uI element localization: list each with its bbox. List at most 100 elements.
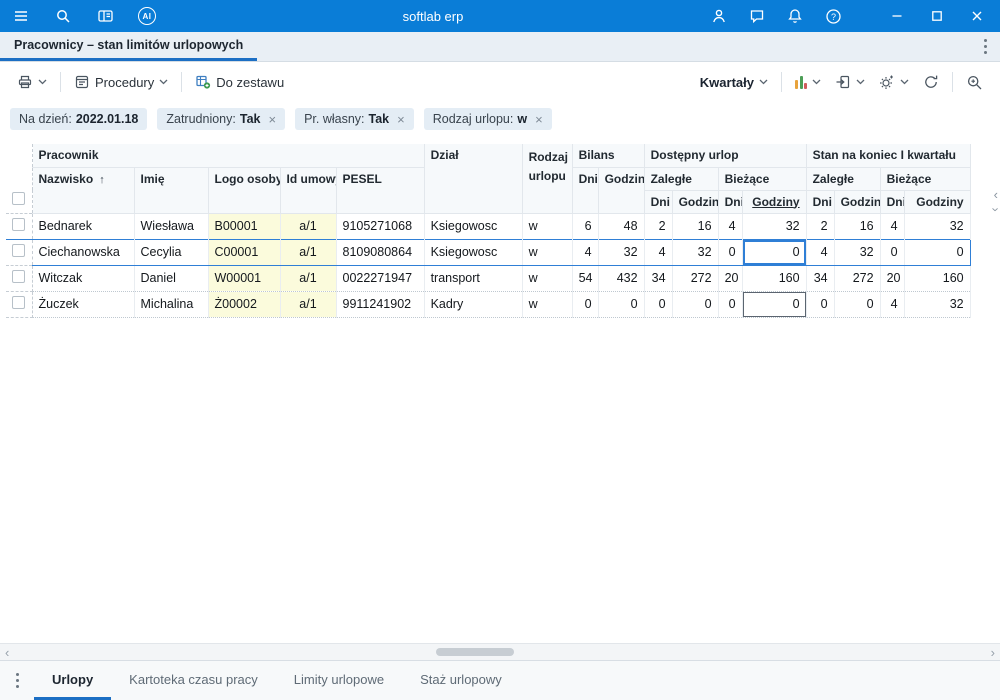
notifications-bell-icon[interactable] [786,7,804,25]
filter-chip-close-icon[interactable]: × [535,113,543,126]
cell[interactable]: 160 [742,265,807,292]
table-row[interactable]: Witczak Daniel W00001 a/1 0022271947 transpor… [6,265,971,292]
scroll-right-icon[interactable]: › [991,645,995,660]
cell[interactable]: 20 [718,265,743,292]
cell[interactable]: 16 [834,213,881,240]
bottom-tab-sta-urlopowy[interactable]: Staż urlopowy [402,661,520,700]
cell[interactable]: 272 [672,265,719,292]
table-row[interactable]: Ciechanowska Cecylia C00001 a/1 8109080864 Ks… [6,238,971,266]
cell[interactable]: Ksiegowosc [424,213,523,240]
col-header-stan-biezace-dni[interactable]: Dni [880,190,905,214]
search-icon[interactable] [54,7,72,25]
row-checkbox-cell[interactable] [6,238,33,266]
cell[interactable]: 2 [806,213,835,240]
filter-chip-close-icon[interactable]: × [397,113,405,126]
col-header-stan-zalegle-godziny[interactable]: Godziny [834,190,881,214]
cell[interactable]: 9911241902 [336,291,425,318]
filter-chip[interactable]: Zatrudniony: Tak × [157,108,286,130]
print-button[interactable] [10,69,54,95]
cell[interactable]: 4 [718,213,743,240]
tab-pracownicy-stan-limitow[interactable]: Pracownicy – stan limitów urlopowych [0,32,258,61]
cell[interactable]: Kadry [424,291,523,318]
row-checkbox-cell[interactable] [6,291,33,318]
cell[interactable]: B00001 [208,213,281,240]
bottom-tab-kartoteka-czasu-pracy[interactable]: Kartoteka czasu pracy [111,661,276,700]
chart-view-button[interactable] [788,70,828,94]
row-checkbox-cell[interactable] [6,265,33,292]
cell[interactable]: 0 [718,238,743,266]
col-header-logo-osoby[interactable]: Logo osoby [208,167,281,214]
search-records-button[interactable] [959,69,990,96]
cell[interactable]: Ciechanowska [32,238,135,266]
col-header-stan-zalegle-dni[interactable]: Dni [806,190,835,214]
refresh-button[interactable] [916,69,946,95]
row-checkbox[interactable] [12,244,26,257]
cell[interactable]: 0 [572,291,599,318]
cell[interactable]: 272 [834,265,881,292]
cell[interactable]: 16 [672,213,719,240]
select-all-cell[interactable] [6,144,33,214]
col-header-id-umowy[interactable]: Id umowy [280,167,337,214]
row-checkbox[interactable] [12,270,26,283]
cell[interactable]: 32 [904,291,971,318]
horizontal-scrollbar[interactable]: ‹ › [0,643,1000,660]
cell[interactable]: 0 [742,291,807,318]
hamburger-menu-icon[interactable] [12,7,30,25]
sort-ascending-icon[interactable]: ↑ [99,174,105,186]
close-icon[interactable] [968,7,986,25]
cell[interactable]: 0 [718,291,743,318]
chat-icon[interactable] [748,7,766,25]
col-header-biezace-godziny[interactable]: Godziny [742,190,807,214]
row-checkbox[interactable] [12,218,26,231]
col-header-rodzaj-urlopu[interactable]: Rodzaj urlopu [522,144,573,214]
minimize-icon[interactable] [888,7,906,25]
cell[interactable]: 0 [598,291,645,318]
cell[interactable]: 54 [572,265,599,292]
bottom-tab-urlopy[interactable]: Urlopy [34,661,112,700]
cell[interactable]: Witczak [32,265,135,292]
cell[interactable]: 2 [644,213,673,240]
cell[interactable]: Żuczek [32,291,135,318]
cell[interactable]: 34 [806,265,835,292]
col-header-stan-biezace-godziny[interactable]: Godziny [904,190,971,214]
cell[interactable]: transport [424,265,523,292]
cell[interactable]: 48 [598,213,645,240]
table-row[interactable]: Bednarek Wiesława B00001 a/1 9105271068 Ksieg… [6,213,971,240]
cell[interactable]: 0 [880,238,905,266]
cell[interactable]: 32 [672,238,719,266]
table-row[interactable]: Żuczek Michalina Ż00002 a/1 9911241902 Kadry w… [6,291,971,318]
scrollbar-thumb[interactable] [436,648,514,656]
col-header-zalegle-godziny[interactable]: Godziny [672,190,719,214]
cell[interactable]: 4 [806,238,835,266]
cell[interactable]: 0 [834,291,881,318]
cell[interactable]: 8109080864 [336,238,425,266]
cell[interactable]: w [522,265,573,292]
cell[interactable]: 34 [644,265,673,292]
cell[interactable]: 32 [904,213,971,240]
settings-button[interactable] [872,69,916,95]
col-header-bilans-dni[interactable]: Dni [572,167,599,214]
cell[interactable]: Ż00002 [208,291,281,318]
cell[interactable]: a/1 [280,291,337,318]
col-header-imie[interactable]: Imię [134,167,209,214]
cell[interactable]: Daniel [134,265,209,292]
cell[interactable]: 4 [880,291,905,318]
cell[interactable]: 0 [672,291,719,318]
cell[interactable]: 4 [572,238,599,266]
col-header-biezace-dni[interactable]: Dni [718,190,743,214]
cell[interactable]: 0 [904,238,971,266]
chevron-down-icon[interactable]: › [988,207,1000,211]
cell[interactable]: 0022271947 [336,265,425,292]
cell[interactable]: 32 [834,238,881,266]
filter-chip-close-icon[interactable]: × [268,113,276,126]
col-header-dzial[interactable]: Dział [424,144,523,214]
col-header-pesel[interactable]: PESEL [336,167,425,214]
cell[interactable]: 0 [806,291,835,318]
filter-chip[interactable]: Na dzień: 2022.01.18 [10,108,148,130]
cell[interactable]: Cecylia [134,238,209,266]
cell[interactable]: Wiesława [134,213,209,240]
kwartaly-dropdown[interactable]: Kwartały [693,70,775,95]
filter-chip[interactable]: Rodzaj urlopu: w × [423,108,552,130]
col-header-nazwisko[interactable]: Nazwisko ↑ [32,167,135,214]
cell[interactable]: 432 [598,265,645,292]
